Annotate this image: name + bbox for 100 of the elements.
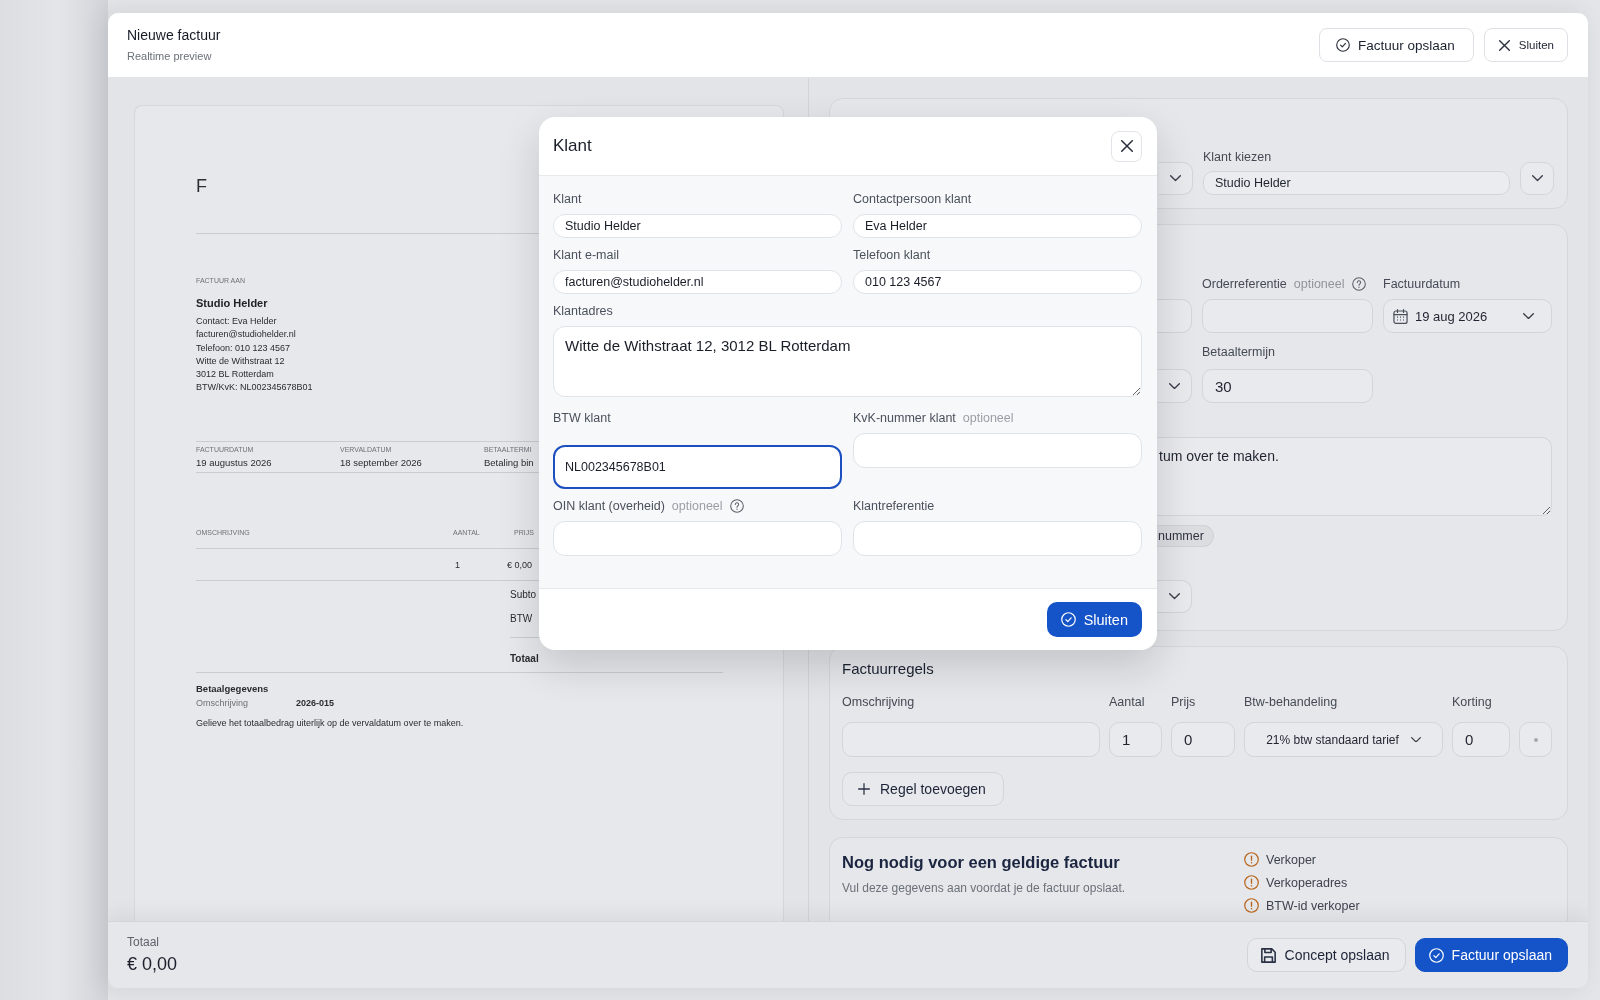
payment-reference: 2026-015 [296,696,335,709]
missing-item: Verkoperadres [1266,875,1348,890]
chamber-of-commerce-input[interactable] [853,433,1142,468]
payment-note: Gelieve het totaalbedrag uiterlijk op de vervaldatum over te maken. [196,716,464,729]
panel-title: Nieuwe factuur [127,27,221,44]
floppy-disk-icon [1260,947,1276,963]
contact-person-input[interactable]: Eva Helder [853,214,1142,238]
calendar-icon [1393,308,1408,324]
meta-value: 18 september 2026 [340,455,422,469]
missing-item: Verkoper [1266,852,1317,867]
client-detail-line: BTW/KvK: NL002345678B01 [196,381,313,395]
field-label: Klant e-mail [553,248,619,262]
client-detail-line: facturen@studiohelder.nl [196,328,296,342]
dot-icon [1533,737,1538,742]
warning-icon [1244,875,1259,890]
close-dialog-button[interactable]: Sluiten [1046,602,1142,637]
vat-select[interactable]: 21% btw standaard tarief [1244,722,1443,757]
missing-item: BTW-id verkoper [1266,898,1360,913]
oin-input[interactable] [553,521,842,556]
field-label: Klantreferentie [853,499,935,513]
client-detail-line: Telefoon: 010 123 4567 [196,341,291,355]
column-label: Prijs [1171,695,1196,709]
column-label: Aantal [1109,695,1145,709]
client-detail-line: Witte de Withstraat 12 [196,354,285,368]
requirements-text: Vul deze gegevens aan voordat je de factuur opslaat. [842,880,1126,896]
chevron-down-icon [1168,382,1180,390]
logo-letter: F [196,176,207,196]
input-field[interactable] [1157,299,1192,333]
field-label: Klant [553,192,582,206]
quantity-input[interactable]: 1 [1109,722,1162,757]
field-label: Contactpersoon klant [853,192,972,206]
variable-chip[interactable]: nummer [1157,525,1214,547]
close-icon [1120,140,1133,152]
quantity-value: 1 [455,558,460,571]
column-label: Btw-behandeling [1244,695,1338,709]
row-action-button[interactable] [1519,722,1552,757]
discount-input[interactable]: 0 [1452,722,1510,757]
phone-input[interactable]: 010 123 4567 [853,270,1142,294]
section-title: Factuurregels [842,660,934,678]
column-label: Korting [1452,695,1492,709]
address-textarea[interactable]: Witte de Withstraat 12, 3012 BL Rotterdam [553,326,1142,397]
client-detail-line: 3012 BL Rotterdam [196,368,274,382]
dropdown-button[interactable] [1520,162,1554,195]
grand-total-label: Totaal [510,651,539,666]
check-circle-icon [1060,612,1076,627]
client-select[interactable]: Studio Helder [1203,171,1510,195]
note-textarea[interactable]: tum over te maken. [1157,437,1552,516]
requirements-title: Nog nodig voor een geldige factuur [842,852,1120,873]
total-amount: € 0,00 [127,953,178,975]
chevron-down-icon [1410,736,1421,743]
meta-value: 19 augustus 2026 [196,455,272,469]
dialog-title: Klant [553,136,592,156]
client-detail-line: Contact: Eva Helder [196,315,277,328]
client-name-input[interactable]: Studio Helder [553,214,842,238]
price-input[interactable]: 0 [1171,722,1235,757]
dropdown-select[interactable] [1157,369,1192,403]
close-icon [1498,39,1510,51]
email-input[interactable]: facturen@studiohelder.nl [553,270,842,294]
payment-heading: Betaalgegevens [196,682,269,695]
optional-hint: optioneel [1293,277,1345,291]
client-name: Studio Helder [196,296,268,310]
total-row-label: BTW [510,611,533,626]
plus-icon [858,783,870,795]
dropdown-select[interactable] [1157,580,1192,613]
save-draft-button[interactable]: Concept opslaan [1246,938,1406,972]
column-label: Omschrijving [842,695,915,709]
chevron-down-icon [1531,175,1543,182]
warning-icon [1244,852,1259,867]
warning-icon [1244,898,1259,913]
field-label: Betaaltermijn [1202,345,1275,359]
client-reference-input[interactable] [853,521,1142,556]
field-label: Factuurdatum [1383,277,1461,291]
save-invoice-button[interactable]: Factuur opslaan [1319,28,1474,62]
field-label: BTW klant [553,411,611,425]
vat-number-input[interactable]: NL002345678B01 [553,445,842,489]
save-invoice-button[interactable]: Factuur opslaan [1414,938,1568,972]
chevron-down-icon [1170,175,1181,182]
field-label: KvK-nummer klant [853,411,956,425]
field-label: Klantadres [553,304,613,318]
meta-value: Betaling bin [484,455,534,469]
payment-label: Omschrijving [196,696,248,709]
payment-term-input[interactable]: 30 [1202,369,1373,403]
optional-hint: optioneel [671,499,723,513]
field-label: Orderreferentie [1202,277,1287,291]
field-label: Telefoon klant [853,248,931,262]
price-value: € 0,00 [507,558,533,571]
dropdown-button[interactable] [1159,162,1193,195]
check-circle-icon [1428,947,1444,963]
total-row-label: Subto [510,587,537,602]
field-label: OIN klant (overheid) [553,499,665,513]
close-button[interactable]: Sluiten [1483,28,1568,62]
check-circle-icon [1336,38,1350,52]
date-select[interactable]: 19 aug 2026 [1383,299,1552,333]
close-button[interactable] [1111,130,1142,162]
chevron-down-icon [1168,593,1180,600]
chevron-down-icon [1523,312,1534,320]
panel-subtitle: Realtime preview [127,49,212,63]
add-line-button[interactable]: Regel toevoegen [842,772,1004,806]
optional-hint: optioneel [962,411,1014,425]
total-label: Totaal [127,935,160,950]
